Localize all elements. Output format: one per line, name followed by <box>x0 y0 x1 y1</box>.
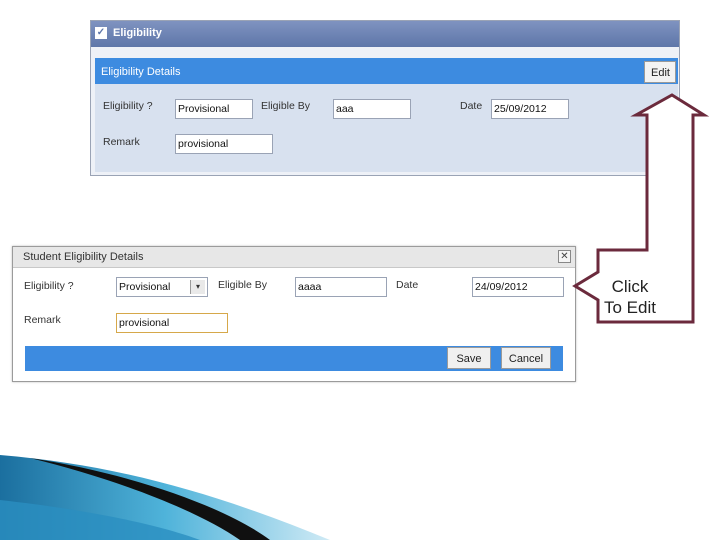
edit-button[interactable]: Edit <box>644 61 676 83</box>
decorative-swoosh <box>0 455 330 540</box>
remark-field[interactable]: provisional <box>175 134 273 154</box>
date-label: Date <box>396 279 419 291</box>
remark-field[interactable]: provisional <box>116 313 228 333</box>
details-header: Eligibility Details Edit <box>95 58 678 84</box>
dialog-title: Student Eligibility Details <box>23 251 144 263</box>
eligibility-label: Eligibility ? <box>103 100 153 112</box>
eligibility-panel: ✓ Eligibility Eligibility Details Edit E… <box>90 20 680 176</box>
caption-line-1: Click <box>611 277 649 296</box>
details-body: Eligibility ? Provisional Eligible By aa… <box>95 84 678 172</box>
date-label: Date <box>460 100 483 112</box>
eligibility-field[interactable]: Provisional <box>175 99 253 119</box>
details-title: Eligibility Details <box>101 66 181 78</box>
checkbox-icon: ✓ <box>95 27 107 39</box>
eligibility-selected-value: Provisional <box>119 281 171 293</box>
caption-line-2: To Edit <box>604 298 656 317</box>
eligible-by-label: Eligible By <box>218 279 268 291</box>
remark-label: Remark <box>103 136 140 148</box>
date-field[interactable]: 24/09/2012 <box>472 277 564 297</box>
cancel-button[interactable]: Cancel <box>501 347 551 369</box>
edit-dialog: Student Eligibility Details ✕ Eligibilit… <box>12 246 576 382</box>
save-button[interactable]: Save <box>447 347 491 369</box>
dialog-titlebar: Student Eligibility Details ✕ <box>13 247 575 268</box>
dialog-action-bar: Save Cancel <box>25 346 563 371</box>
remark-label: Remark <box>24 314 61 326</box>
eligible-by-field[interactable]: aaaa <box>295 277 387 297</box>
eligibility-label: Eligibility ? <box>24 280 74 292</box>
panel-title: Eligibility <box>113 27 162 39</box>
eligible-by-label: Eligible By <box>261 100 311 112</box>
eligibility-select[interactable]: Provisional ▾ <box>116 277 208 297</box>
click-to-edit-caption: Click To Edit <box>598 276 662 318</box>
close-icon[interactable]: ✕ <box>558 250 571 263</box>
panel-titlebar: ✓ Eligibility <box>91 21 679 47</box>
chevron-down-icon[interactable]: ▾ <box>190 280 205 294</box>
eligible-by-field[interactable]: aaa <box>333 99 411 119</box>
date-field[interactable]: 25/09/2012 <box>491 99 569 119</box>
